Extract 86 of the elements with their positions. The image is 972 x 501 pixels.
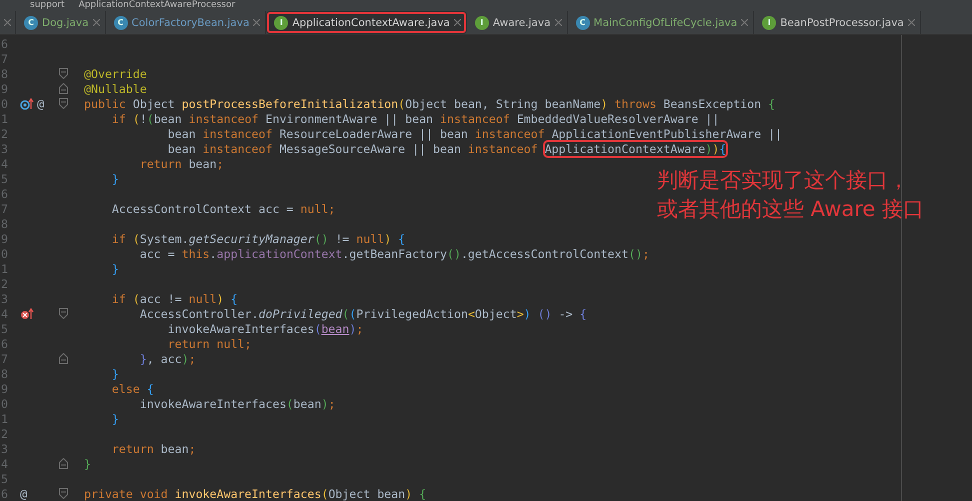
line-number: 1 — [0, 112, 8, 126]
fold-marker-icon[interactable] — [59, 83, 68, 94]
line-number: 0 — [0, 246, 8, 260]
code-line: invokeAwareInterfaces(bean); — [166, 322, 364, 336]
code-line: AccessControlContext acc = null; — [110, 202, 336, 216]
code-line: } — [110, 366, 119, 380]
interface-icon: I — [274, 16, 288, 30]
code-line: } — [110, 262, 119, 276]
file-tab[interactable]: C ColorFactoryBean.java — [106, 11, 266, 34]
line-number: 4 — [0, 306, 8, 320]
code-line: AccessController.doPrivileged((PrivilegedAction<Object>) () -> { — [138, 306, 587, 320]
line-number: 7 — [0, 52, 8, 66]
line-number: 5 — [0, 172, 8, 186]
line-number: 2 — [0, 126, 8, 140]
line-number: 6 — [0, 486, 8, 500]
line-number: 2 — [0, 276, 8, 290]
line-number: 0 — [0, 96, 8, 110]
implements-method-icon[interactable] — [20, 98, 34, 110]
class-icon: C — [114, 16, 128, 30]
file-tab[interactable]: C MainConfigOfLifeCycle.java — [568, 11, 754, 34]
code-line: @Override — [84, 66, 147, 80]
line-number: 3 — [0, 292, 8, 306]
close-icon[interactable] — [92, 19, 100, 26]
code-line: if (acc != null) { — [110, 292, 238, 306]
close-icon[interactable] — [554, 19, 562, 26]
annotation-note: 判断是否实现了这个接口， 或者其他的这些 Aware 接口 — [657, 167, 924, 223]
line-number: 6 — [0, 336, 8, 350]
close-icon[interactable] — [908, 19, 915, 26]
code-line: } — [84, 456, 91, 470]
line-number: 4 — [0, 156, 8, 170]
line-number: 5 — [0, 322, 8, 336]
lambda-override-icon[interactable] — [20, 308, 34, 320]
interface-icon: I — [474, 16, 489, 30]
fold-marker-icon[interactable] — [59, 308, 68, 319]
code-line: acc = this.applicationContext.getBeanFactory().getAccessControlContext(); — [138, 246, 650, 260]
breadcrumb-item[interactable]: support — [30, 0, 65, 12]
close-icon[interactable] — [741, 19, 748, 26]
line-number: 7 — [0, 352, 8, 366]
class-icon: C — [576, 16, 590, 30]
code-line: return null; — [166, 336, 252, 350]
line-number: 4 — [0, 456, 8, 470]
close-icon[interactable] — [454, 19, 461, 26]
line-number: 3 — [0, 442, 8, 456]
line-number: 2 — [0, 426, 8, 440]
line-number: 6 — [0, 186, 8, 200]
file-tab[interactable]: I ApplicationContextAware.java — [266, 11, 467, 34]
highlighted-code: ApplicationContextAware)){ — [544, 142, 726, 156]
code-line: private void invokeAwareInterfaces(Object bean) { — [84, 486, 426, 500]
code-line: public Object postProcessBeforeInitialization(Object bean, String beanName) throws BeansException { — [84, 96, 776, 110]
close-icon[interactable] — [4, 19, 11, 26]
code-line: bean instanceof MessageSourceAware || bean instanceof — [166, 142, 539, 156]
code-line: @Nullable — [84, 82, 147, 96]
code-line: }, acc); — [138, 352, 196, 366]
line-number: 7 — [0, 202, 8, 216]
line-number: 9 — [0, 82, 8, 96]
line-number: 8 — [0, 66, 8, 80]
class-icon: C — [24, 16, 38, 30]
line-number: 3 — [0, 142, 8, 156]
line-number: 9 — [0, 382, 8, 396]
code-line: invokeAwareInterfaces(bean); — [138, 396, 336, 410]
code-line: if (!(bean instanceof EnvironmentAware || bean instanceof EmbeddedValueResolverAware || — [110, 112, 720, 126]
annotation-marker: @ — [37, 96, 44, 110]
fold-marker-icon[interactable] — [59, 488, 68, 499]
line-number: 9 — [0, 232, 8, 246]
code-line: else { — [110, 382, 154, 396]
code-line: } — [110, 412, 119, 426]
code-line: if (System.getSecurityManager() != null) { — [110, 232, 406, 246]
line-number: 0 — [0, 396, 8, 410]
fold-marker-icon[interactable] — [59, 458, 68, 469]
line-number: 8 — [0, 366, 8, 380]
fold-marker-icon[interactable] — [59, 68, 68, 79]
line-number: 5 — [0, 472, 8, 486]
line-number: 6 — [0, 36, 8, 50]
fold-marker-icon[interactable] — [59, 98, 68, 109]
line-number: 1 — [0, 412, 8, 426]
line-number: 1 — [0, 262, 8, 276]
code-line: bean instanceof ResourceLoaderAware || bean instanceof ApplicationEventPublisherAware || — [166, 126, 782, 140]
annotation-marker: @ — [20, 486, 28, 500]
breadcrumb-item[interactable]: ApplicationContextAwareProcessor — [78, 0, 236, 12]
fold-marker-icon[interactable] — [59, 353, 68, 364]
line-number: 8 — [0, 216, 8, 230]
interface-icon: I — [762, 16, 776, 30]
close-icon[interactable] — [253, 19, 260, 26]
code-line: } — [110, 172, 119, 186]
code-line: return bean; — [138, 156, 224, 170]
code-line: return bean; — [110, 442, 196, 456]
